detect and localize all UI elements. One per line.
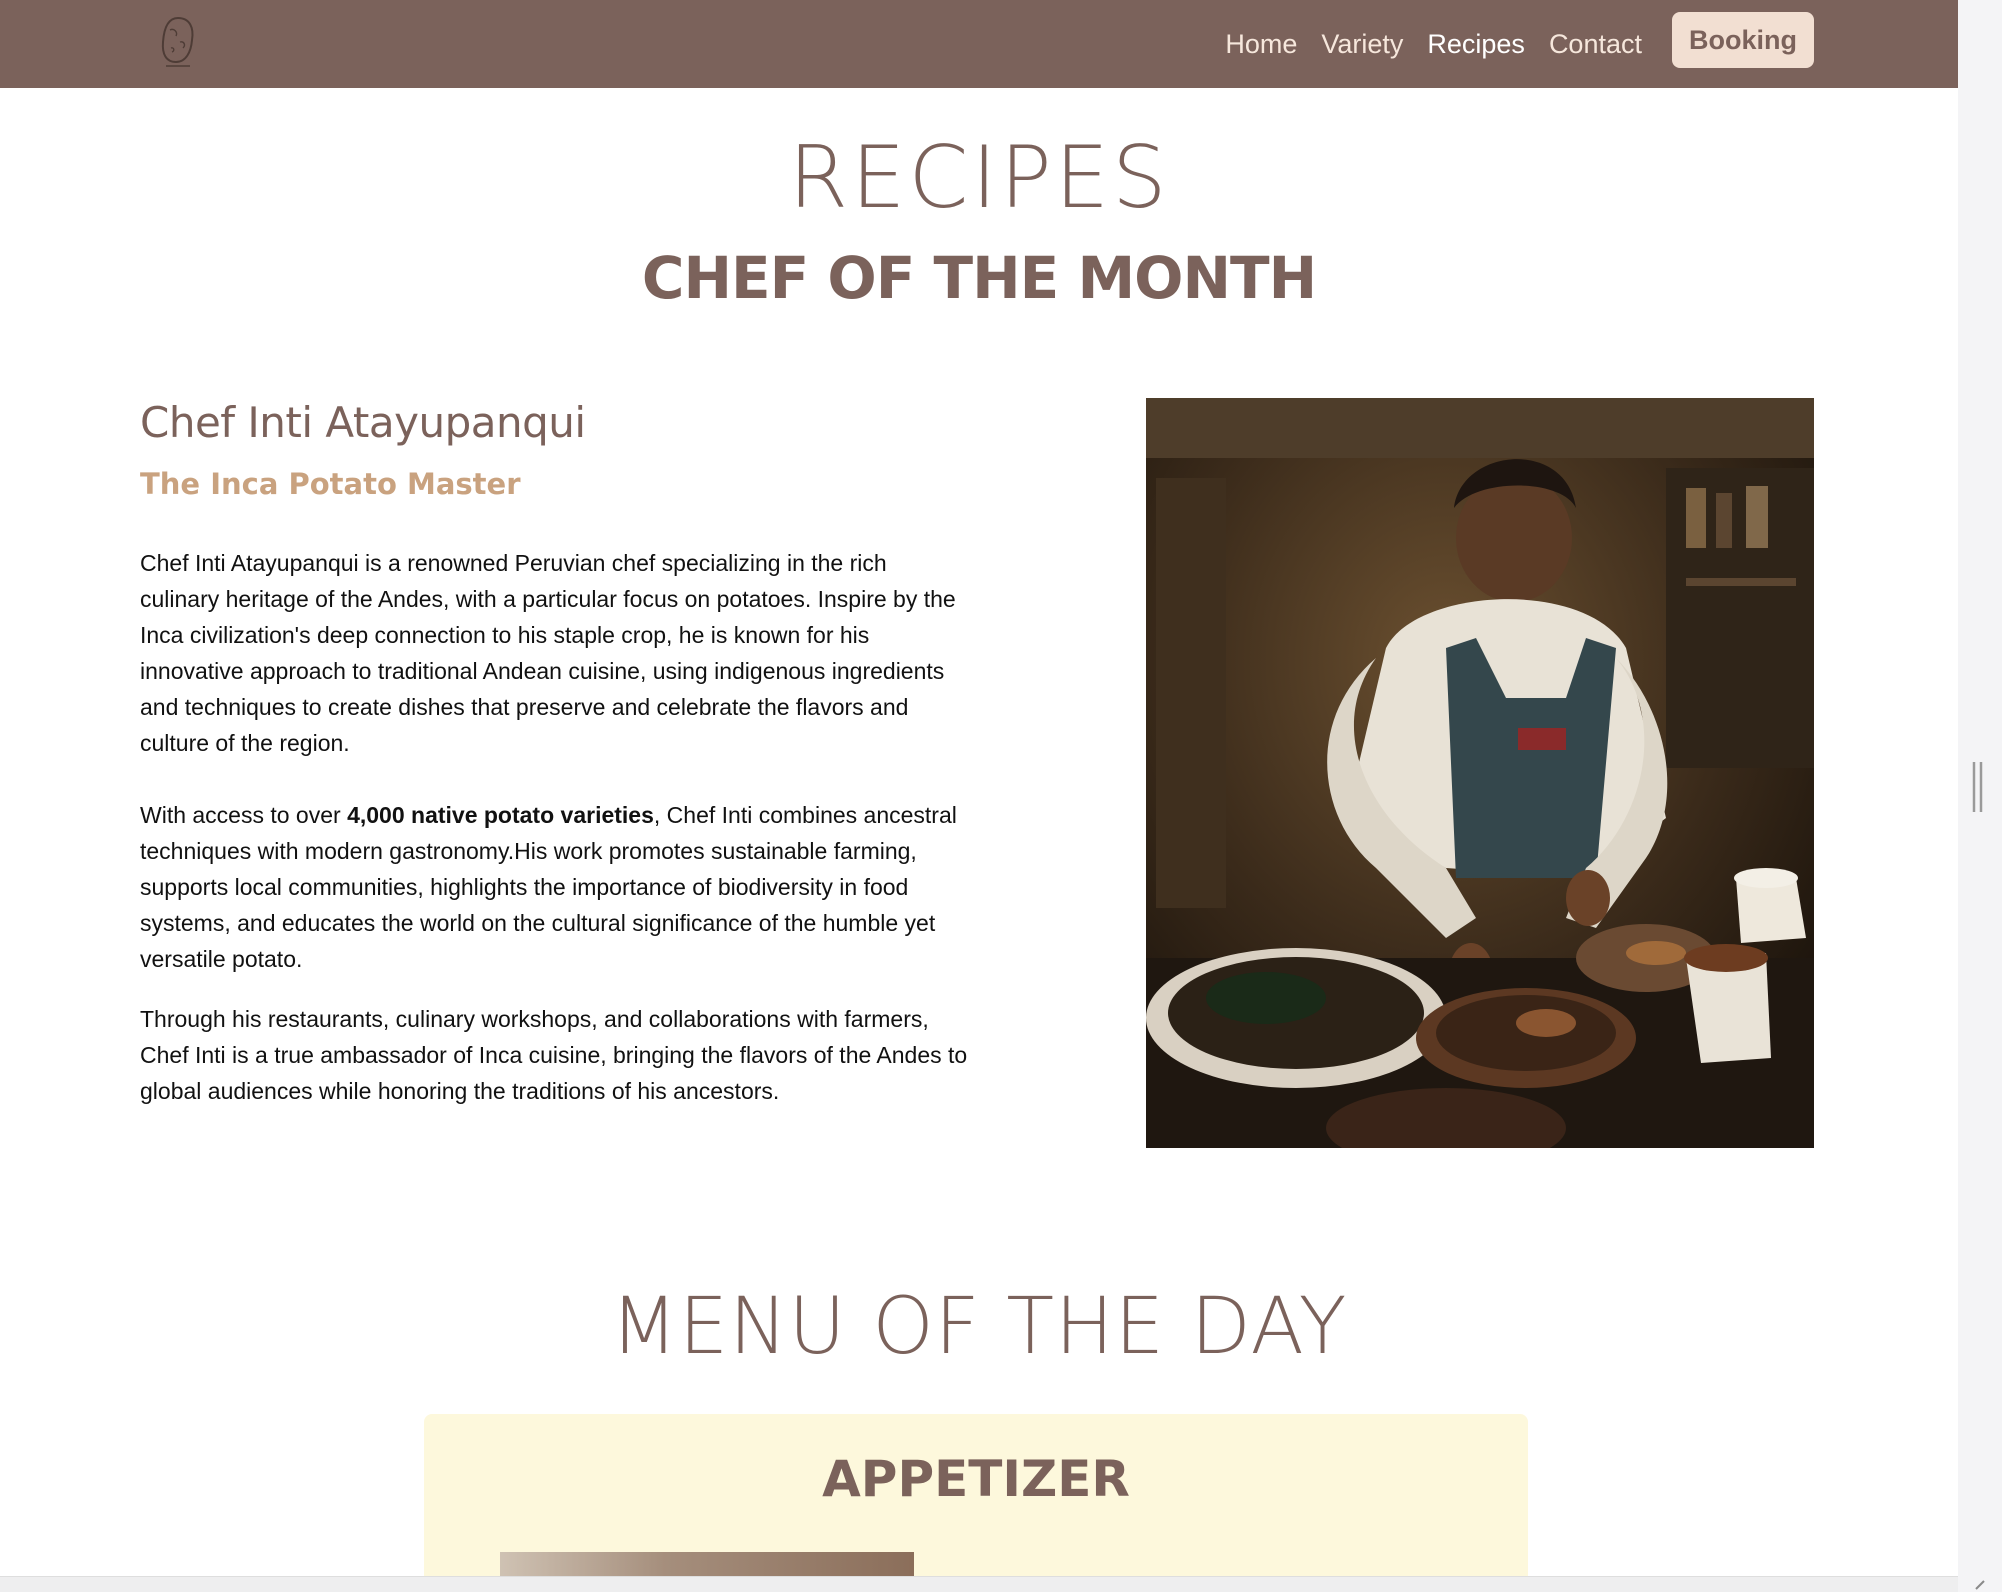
horizontal-scrollbar[interactable] [0,1576,1958,1592]
chef-paragraph-2: With access to over 4,000 native potato … [140,797,970,977]
chef-bio: Chef Inti Atayupanqui The Inca Potato Ma… [140,398,970,1109]
chef-paragraph-3: Through his restaurants, culinary worksh… [140,1006,968,1104]
resize-grip-icon[interactable] [1971,760,1985,814]
course-title: APPETIZER [822,1450,1130,1508]
chef-name: Chef Inti Atayupanqui [140,398,586,447]
nav-link-contact[interactable]: Contact [1549,29,1642,60]
page-viewport: Home Variety Recipes Contact Booking REC… [0,0,1958,1576]
chef-tagline: The Inca Potato Master [140,467,521,501]
chef-photo [1146,398,1814,1148]
section-title-menu: MENU OF THE DAY [610,1282,1348,1372]
potato-logo-icon[interactable] [156,14,200,70]
corner-arrow-icon [1972,1578,1988,1590]
section-title-chef-of-month: CHEF OF THE MONTH [641,244,1317,312]
page-title: RECIPES [788,128,1170,228]
nav-link-home[interactable]: Home [1225,29,1297,60]
top-navbar: Home Variety Recipes Contact Booking [0,0,1958,88]
main-navigation: Home Variety Recipes Contact [1225,0,1642,88]
dish-image [500,1552,914,1576]
potato-varieties-highlight: 4,000 native potato varieties [347,802,654,828]
chef-paragraph-2-intro: With access to over [140,802,348,828]
booking-button[interactable]: Booking [1672,12,1814,68]
nav-link-variety[interactable]: Variety [1321,29,1403,60]
menu-card-appetizer: APPETIZER [424,1414,1528,1576]
chef-paragraph-1: Chef Inti Atayupanqui is a renowned Peru… [140,550,956,756]
nav-link-recipes[interactable]: Recipes [1427,29,1525,60]
